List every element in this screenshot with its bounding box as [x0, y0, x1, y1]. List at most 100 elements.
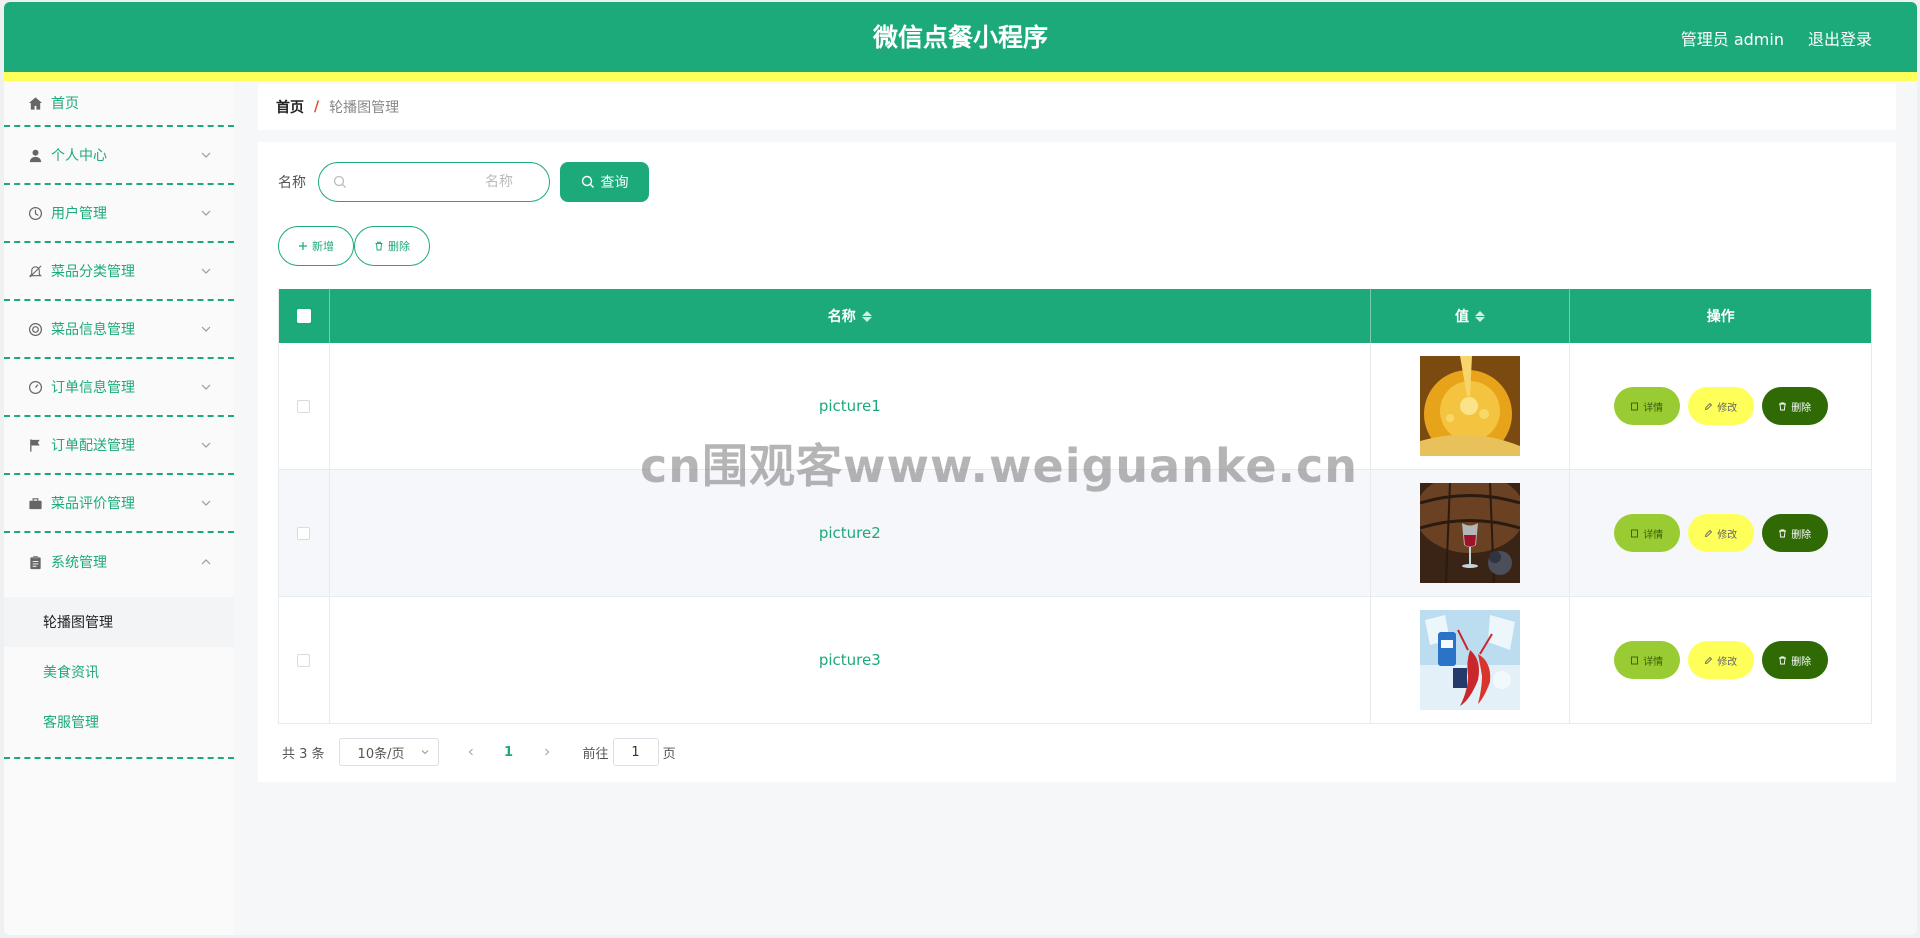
sidebar: 首页 个人中心 用户管理 菜品分类管理 菜品信息管理 订单信息管理 订单配送管理… [4, 81, 234, 935]
query-button-label: 查询 [600, 174, 629, 190]
column-header-name-label: 名称 [827, 309, 856, 325]
delete-button[interactable]: 删除 [1761, 514, 1828, 552]
page-size-value: 10条/页 [357, 746, 405, 762]
chevron-down-icon [201, 326, 211, 332]
carousel-image-wine-barrel [1420, 483, 1520, 583]
edit-button-label: 修改 [1717, 656, 1738, 668]
image-cell [1371, 597, 1571, 723]
sidebar-item-label: 菜品评价管理 [51, 496, 135, 512]
logout-link[interactable]: 退出登录 [1808, 26, 1872, 50]
clock-icon [27, 205, 43, 221]
sidebar-item-home[interactable]: 首页 [4, 81, 234, 127]
delete-button-label: 删除 [1791, 529, 1812, 541]
column-header-value-label: 值 [1455, 309, 1469, 325]
edit-button[interactable]: 修改 [1687, 641, 1754, 679]
page-number[interactable]: 1 [485, 745, 533, 760]
document-icon [1631, 656, 1639, 664]
next-page-button[interactable] [533, 738, 561, 766]
sidebar-item-label: 用户管理 [51, 206, 107, 222]
sidebar-item-reviews[interactable]: 菜品评价管理 [4, 475, 234, 533]
plus-icon [299, 242, 307, 250]
select-all-checkbox[interactable] [296, 309, 311, 323]
sidebar-item-label: 个人中心 [51, 148, 107, 164]
name-cell: picture3 [330, 597, 1371, 723]
sidebar-item-label: 订单信息管理 [51, 380, 135, 396]
sidebar-item-profile[interactable]: 个人中心 [4, 127, 234, 185]
delete-button[interactable]: 删除 [1761, 641, 1828, 679]
goto-page-input[interactable] [612, 738, 659, 766]
detail-button-label: 详情 [1643, 402, 1664, 414]
table-row: picture3 详情 修改 删除 [279, 597, 1871, 724]
query-button[interactable]: 查询 [560, 162, 649, 202]
sidebar-item-dish-info[interactable]: 菜品信息管理 [4, 301, 234, 359]
column-header-name[interactable]: 名称 [330, 289, 1371, 343]
search-field [318, 162, 550, 202]
sidebar-item-label: 系统管理 [51, 555, 107, 571]
row-select-cell [279, 470, 330, 596]
row-checkbox[interactable] [297, 526, 311, 540]
admin-user-label[interactable]: 管理员 admin [1681, 26, 1784, 50]
sidebar-item-system[interactable]: 系统管理 [4, 533, 234, 591]
detail-button[interactable]: 详情 [1613, 387, 1680, 425]
row-checkbox[interactable] [297, 399, 311, 413]
edit-button-label: 修改 [1717, 402, 1738, 414]
carousel-image-crayfish-ice [1420, 610, 1520, 710]
sort-icon[interactable] [861, 310, 872, 322]
delete-button-label: 删除 [1791, 656, 1812, 668]
detail-button[interactable]: 详情 [1613, 514, 1680, 552]
delete-button[interactable]: 删除 [1761, 387, 1828, 425]
home-icon [27, 95, 43, 111]
prev-page-button[interactable] [457, 738, 485, 766]
chevron-down-icon [201, 268, 211, 274]
detail-button-label: 详情 [1643, 656, 1664, 668]
edit-button-label: 修改 [1717, 529, 1738, 541]
goto-page: 前往 页 [583, 738, 676, 766]
search-input[interactable] [347, 174, 527, 190]
header-user-area: 管理员 admin 退出登录 [1681, 2, 1872, 74]
image-cell [1371, 343, 1571, 469]
sidebar-subitem-carousel[interactable]: 轮播图管理 [4, 597, 234, 647]
gauge-icon [27, 379, 43, 395]
detail-button[interactable]: 详情 [1613, 641, 1680, 679]
breadcrumb: 首页 / 轮播图管理 [258, 84, 1896, 130]
chevron-down-icon [201, 442, 211, 448]
briefcase-icon [27, 495, 43, 511]
header-accent-stripe [4, 72, 1917, 81]
sidebar-item-delivery[interactable]: 订单配送管理 [4, 417, 234, 475]
edit-button[interactable]: 修改 [1687, 514, 1754, 552]
pagination: 共 3 条 10条/页 1 前往 页 [282, 738, 676, 766]
document-icon [1631, 402, 1639, 410]
chevron-down-icon [201, 210, 211, 216]
sidebar-item-orders[interactable]: 订单信息管理 [4, 359, 234, 417]
add-button-label: 新增 [312, 241, 334, 253]
search-icon [333, 175, 346, 188]
add-button[interactable]: 新增 [278, 226, 354, 266]
sidebar-subitem-food-news[interactable]: 美食资讯 [4, 647, 234, 697]
search-icon [581, 175, 594, 188]
header-select-cell [279, 289, 330, 343]
sidebar-item-dish-category[interactable]: 菜品分类管理 [4, 243, 234, 301]
app-frame: 微信点餐小程序 管理员 admin 退出登录 首页 个人中心 用户管理 菜品分类… [4, 2, 1917, 935]
edit-button[interactable]: 修改 [1687, 387, 1754, 425]
batch-delete-button[interactable]: 删除 [354, 226, 430, 266]
chevron-down-icon [421, 750, 428, 755]
breadcrumb-current: 轮播图管理 [329, 100, 400, 116]
breadcrumb-separator: / [314, 99, 320, 115]
page-size-select[interactable]: 10条/页 [338, 738, 439, 766]
user-icon [27, 147, 43, 163]
ops-cell: 详情 修改 删除 [1570, 343, 1871, 469]
app-title: 微信点餐小程序 [872, 23, 1048, 52]
trash-icon [1779, 656, 1787, 664]
breadcrumb-home[interactable]: 首页 [276, 97, 304, 117]
top-header: 微信点餐小程序 管理员 admin 退出登录 [4, 2, 1917, 74]
sidebar-item-users[interactable]: 用户管理 [4, 185, 234, 243]
sidebar-subitem-customer-service[interactable]: 客服管理 [4, 697, 234, 747]
sort-icon[interactable] [1475, 310, 1485, 322]
goto-prefix: 前往 [582, 746, 609, 762]
column-header-value[interactable]: 值 [1371, 289, 1571, 343]
row-checkbox[interactable] [297, 653, 311, 667]
ops-cell: 详情 修改 删除 [1570, 470, 1871, 596]
chevron-down-icon [201, 500, 211, 506]
table-row: picture2 详情 修改 删除 [279, 470, 1871, 597]
lifebuoy-icon [27, 321, 43, 337]
